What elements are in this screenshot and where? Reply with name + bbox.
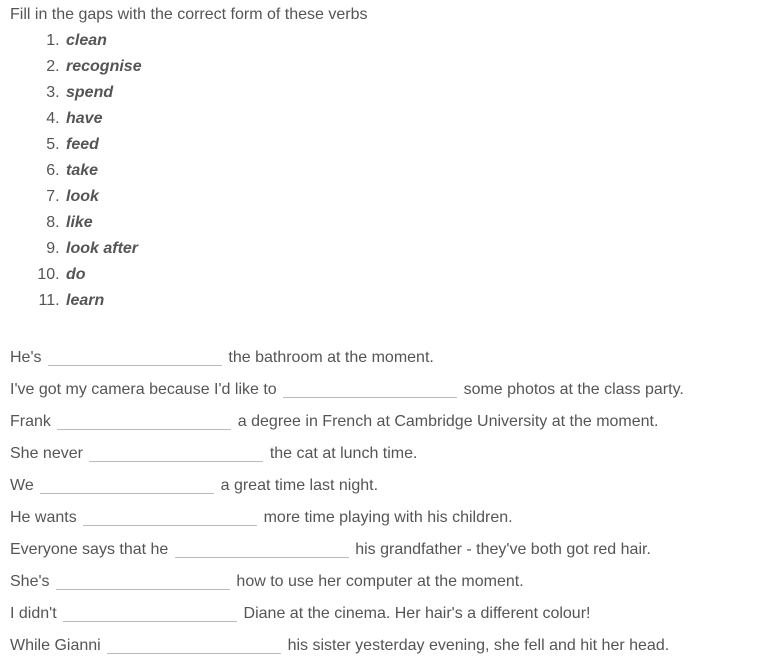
sentence-post: more time playing with his children.	[259, 509, 512, 526]
gap-input[interactable]	[107, 635, 281, 654]
gap-input[interactable]	[283, 379, 457, 398]
sentence-post: how to use her computer at the moment.	[232, 573, 524, 590]
verb-item: learn	[64, 288, 753, 314]
sentence-row: We a great time last night.	[10, 470, 753, 502]
verb-item: recognise	[64, 54, 753, 80]
gap-input[interactable]	[63, 603, 237, 622]
sentence-post: a degree in French at Cambridge Universi…	[233, 413, 658, 430]
sentence-post: some photos at the class party.	[459, 381, 684, 398]
sentence-pre: We	[10, 477, 38, 494]
sentence-pre: She's	[10, 573, 54, 590]
sentence-row: She's how to use her computer at the mom…	[10, 566, 753, 598]
sentence-row: She never the cat at lunch time.	[10, 438, 753, 470]
sentence-post: a great time last night.	[216, 477, 378, 494]
verb-item: like	[64, 210, 753, 236]
sentence-pre: I didn't	[10, 605, 61, 622]
sentence-post: Diane at the cinema. Her hair's a differ…	[239, 605, 590, 622]
verb-item: feed	[64, 132, 753, 158]
sentence-pre: I've got my camera because I'd like to	[10, 381, 281, 398]
sentences-block: He's the bathroom at the moment. I've go…	[10, 342, 753, 662]
gap-input[interactable]	[83, 507, 257, 526]
sentence-post: the bathroom at the moment.	[224, 349, 434, 366]
gap-input[interactable]	[48, 347, 222, 366]
sentence-row: While Gianni his sister yesterday evenin…	[10, 630, 753, 662]
verb-item: clean	[64, 28, 753, 54]
sentence-pre: He wants	[10, 509, 81, 526]
sentence-pre: Everyone says that he	[10, 541, 173, 558]
gap-input[interactable]	[40, 475, 214, 494]
gap-input[interactable]	[56, 571, 230, 590]
sentence-row: Frank a degree in French at Cambridge Un…	[10, 406, 753, 438]
sentence-pre: She never	[10, 445, 87, 462]
gap-input[interactable]	[57, 411, 231, 430]
sentence-pre: Frank	[10, 413, 55, 430]
verb-item: take	[64, 158, 753, 184]
sentence-post: his sister yesterday evening, she fell a…	[283, 637, 669, 654]
verb-list: clean recognise spend have feed take loo…	[24, 28, 753, 314]
verb-item: have	[64, 106, 753, 132]
verb-item: look	[64, 184, 753, 210]
sentence-post: the cat at lunch time.	[265, 445, 417, 462]
sentence-row: He's the bathroom at the moment.	[10, 342, 753, 374]
sentence-pre: He's	[10, 349, 46, 366]
sentence-row: He wants more time playing with his chil…	[10, 502, 753, 534]
sentence-row: I've got my camera because I'd like to s…	[10, 374, 753, 406]
gap-input[interactable]	[89, 443, 263, 462]
verb-item: look after	[64, 236, 753, 262]
sentence-row: I didn't Diane at the cinema. Her hair's…	[10, 598, 753, 630]
sentence-row: Everyone says that he his grandfather - …	[10, 534, 753, 566]
sentence-pre: While Gianni	[10, 637, 105, 654]
instructions-text: Fill in the gaps with the correct form o…	[10, 6, 753, 24]
gap-input[interactable]	[175, 539, 349, 558]
sentence-post: his grandfather - they've both got red h…	[351, 541, 651, 558]
verb-item: spend	[64, 80, 753, 106]
verb-item: do	[64, 262, 753, 288]
